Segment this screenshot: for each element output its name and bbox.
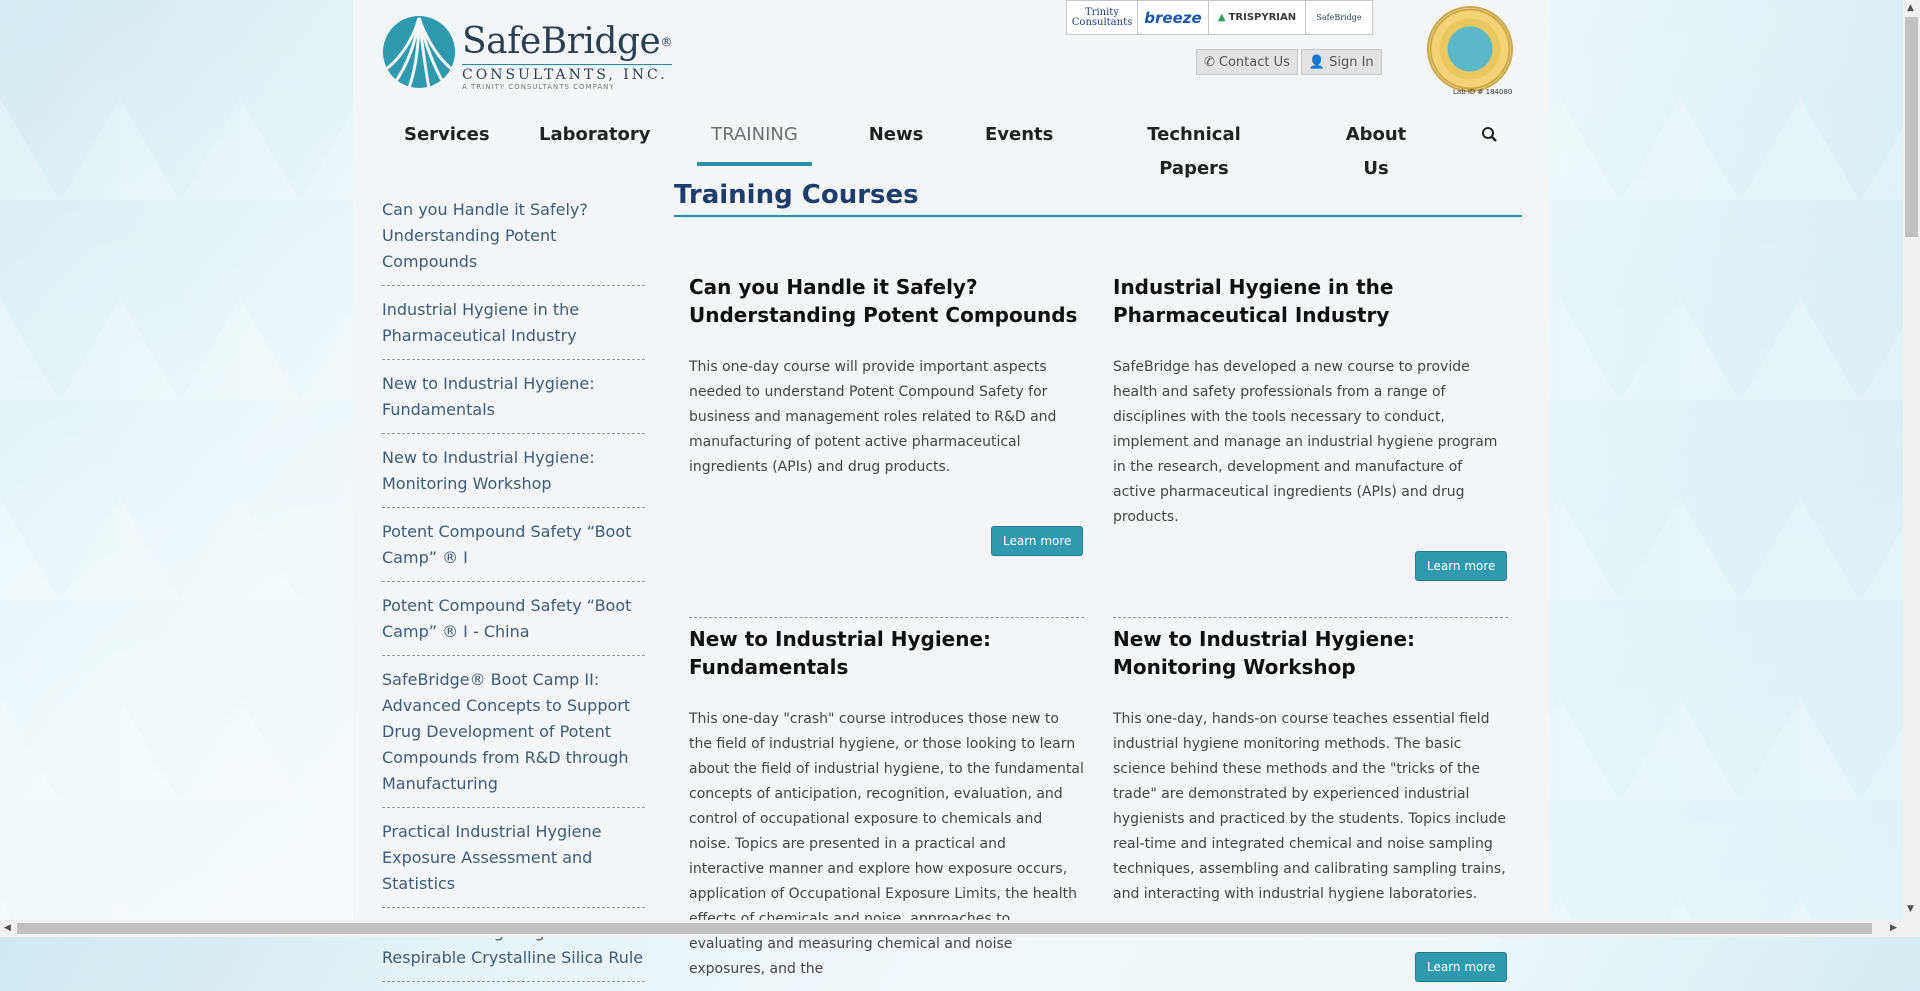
nav-training[interactable]: TRAINING [697,118,812,166]
nav-technical-papers[interactable]: Technical Papers [1113,118,1275,179]
sidebar-item[interactable]: Practical Industrial Hygiene Exposure As… [382,817,645,908]
partner-breeze-logo[interactable]: breeze [1138,1,1209,34]
accreditation-seal [1427,6,1513,92]
partner-safebridge-label: SafeBridge [1316,13,1362,22]
course-description: This one-day "crash" course introduces t… [689,711,1084,977]
course-card: Industrial Hygiene in the Pharmaceutical… [1113,273,1508,530]
scroll-down-icon[interactable]: ▼ [1907,904,1914,914]
sidebar-item[interactable]: Potent Compound Safety “Boot Camp” ® I -… [382,591,645,656]
phone-icon: ✆ [1204,54,1215,70]
main-content: Training Courses Can you Handle it Safel… [674,180,1522,982]
sidebar-item[interactable]: SafeBridge® Boot Camp II: Advanced Conce… [382,665,645,808]
sidebar-item[interactable]: Industrial Hygiene in the Pharmaceutical… [382,295,645,360]
logo-subtitle: CONSULTANTS, INC. [462,64,672,83]
vertical-scroll-thumb[interactable] [1905,17,1918,237]
sign-in-label: Sign In [1329,54,1374,70]
sidebar-item[interactable]: New to Industrial Hygiene: Monitoring Wo… [382,443,645,508]
partner-breeze-label: breeze [1144,8,1202,27]
utility-buttons: ✆ Contact Us 👤 Sign In [1196,49,1382,75]
learn-more-button[interactable]: Learn more [991,526,1084,556]
partner-logos: Trinity Consultants breeze ▲ TRISPYRIAN S… [1066,0,1373,35]
horizontal-scroll-thumb[interactable] [17,923,1872,934]
course-description: This one-day, hands-on course teaches es… [1113,711,1507,902]
course-title[interactable]: Industrial Hygiene in the Pharmaceutical… [1113,273,1508,329]
card-divider [1113,617,1508,618]
course-description: This one-day course will provide importa… [689,359,1057,475]
scroll-right-icon[interactable]: ▶ [1890,923,1897,933]
vertical-scrollbar[interactable]: ▲ ▼ [1903,0,1920,937]
lab-id-label: Lab ID # 184080 [1453,88,1513,96]
logo-emblem-icon [383,16,455,89]
partner-safebridge-logo[interactable]: SafeBridge [1306,1,1372,34]
user-icon: 👤 [1308,54,1326,70]
card-divider [689,617,1084,618]
sidebar-item[interactable]: Potent Compound Safety “Boot Camp” ® I [382,517,645,582]
course-card: Can you Handle it Safely? Understanding … [689,273,1084,480]
partner-trispyrian-logo[interactable]: ▲ TRISPYRIAN [1209,1,1306,34]
learn-more-button[interactable]: Learn more [1415,551,1508,581]
contact-us-label: Contact Us [1218,54,1290,70]
nav-events[interactable]: Events [985,118,1053,166]
contact-us-button[interactable]: ✆ Contact Us [1196,49,1298,75]
nav-about-us[interactable]: About Us [1331,118,1421,179]
nav-news[interactable]: News [868,118,924,166]
scroll-up-icon[interactable]: ▲ [1907,3,1914,13]
nav-laboratory[interactable]: Laboratory [539,118,650,166]
partner-trinity-label: Trinity Consultants [1071,6,1133,28]
sidebar-course-list: Can you Handle it Safely? Understanding … [382,195,645,991]
learn-more-button[interactable]: Learn more [1415,952,1508,982]
partner-trinity-logo[interactable]: Trinity Consultants [1067,1,1138,34]
sign-in-button[interactable]: 👤 Sign In [1300,49,1382,75]
safebridge-logo[interactable]: SafeBridge® CONSULTANTS, INC. A TRINITY … [382,14,672,94]
nav-services[interactable]: Services [404,118,490,166]
logo-registered-mark: ® [660,35,672,49]
logo-tagline: A TRINITY CONSULTANTS COMPANY [462,83,615,91]
sidebar-item[interactable]: New to Industrial Hygiene: Fundamentals [382,369,645,434]
search-icon[interactable] [1481,126,1498,143]
course-title[interactable]: New to Industrial Hygiene: Monitoring Wo… [1113,625,1508,681]
page-container: SafeBridge® CONSULTANTS, INC. A TRINITY … [353,0,1549,982]
partner-trispyrian-label: TRISPYRIAN [1228,12,1297,23]
main-nav: Services Laboratory TRAINING News Events… [353,118,1549,179]
page-title: Training Courses [674,180,1522,217]
logo-name: SafeBridge [462,21,661,62]
scroll-left-icon[interactable]: ◀ [4,923,11,933]
course-description: SafeBridge has developed a new course to… [1113,359,1498,525]
course-title[interactable]: Can you Handle it Safely? Understanding … [689,273,1084,329]
course-card: New to Industrial Hygiene: Monitoring Wo… [1113,625,1508,907]
leaf-icon: ▲ [1217,12,1226,23]
course-title[interactable]: New to Industrial Hygiene: Fundamentals [689,625,1084,681]
horizontal-scrollbar[interactable]: ◀ ▶ [0,920,1903,937]
sidebar-item[interactable]: Can you Handle it Safely? Understanding … [382,195,645,286]
